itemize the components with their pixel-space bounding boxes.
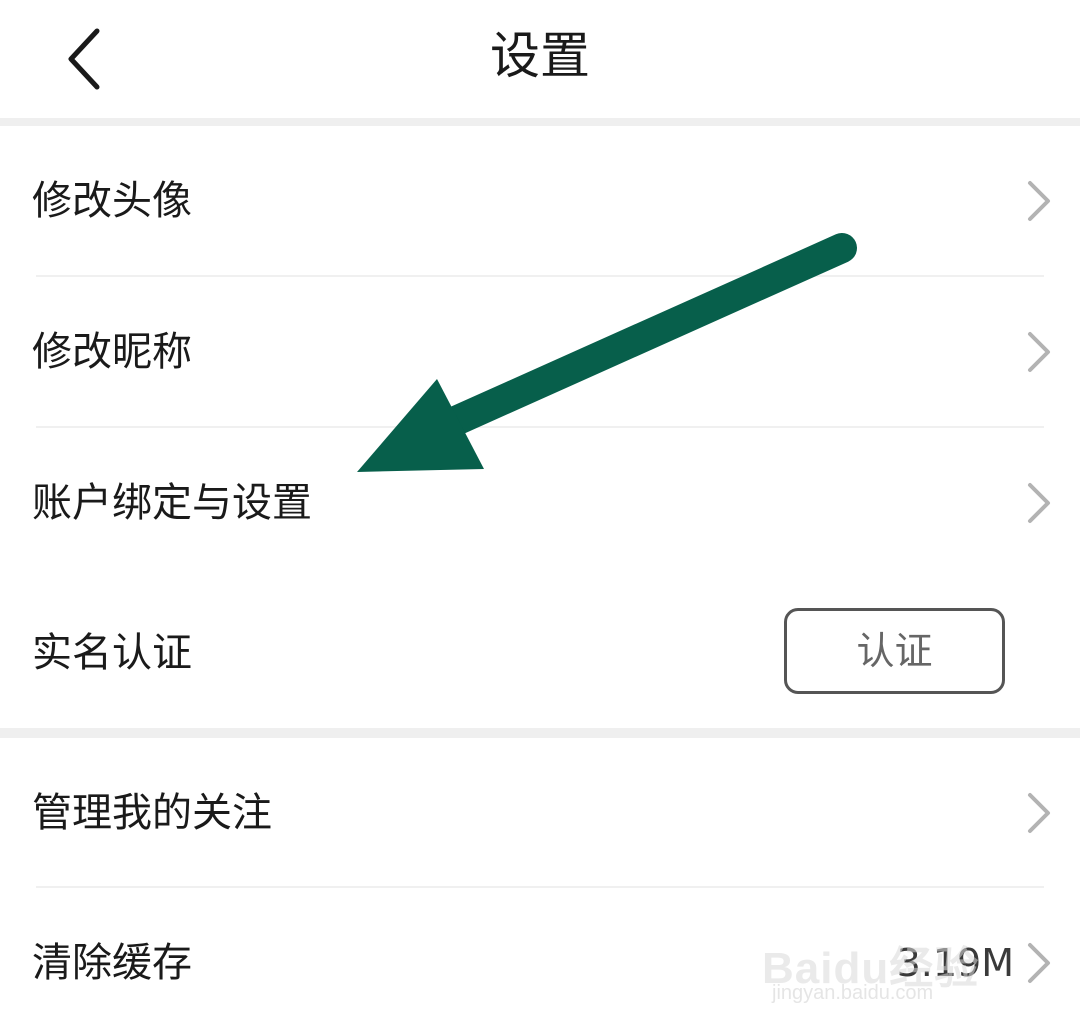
row-account-binding[interactable]: 账户绑定与设置 [0,428,1080,578]
chevron-right-icon [1028,181,1050,221]
section-divider [0,728,1080,738]
row-real-name-verification: 实名认证 认证 [0,578,1080,728]
row-label: 实名认证 [32,630,192,676]
chevron-right-icon [1028,332,1050,372]
chevron-right-icon [1028,943,1050,983]
chevron-right-icon [1028,793,1050,833]
row-clear-cache[interactable]: 清除缓存 3.19M [0,888,1080,1031]
back-button[interactable] [40,14,130,104]
row-label: 修改昵称 [32,329,192,375]
row-label: 清除缓存 [32,940,192,986]
row-label: 修改头像 [32,178,192,224]
section-divider [0,118,1080,126]
row-label: 账户绑定与设置 [32,480,312,526]
cache-size-value: 3.19M [896,941,1014,985]
chevron-right-icon [1028,483,1050,523]
chevron-left-icon [68,28,100,90]
verify-button[interactable]: 认证 [784,608,1005,694]
settings-page: 设置 修改头像 修改昵称 账户绑定与设置 实名认证 认证 管理我的关注 清除缓存… [0,0,1080,1031]
row-change-avatar[interactable]: 修改头像 [0,126,1080,276]
row-label: 管理我的关注 [32,790,272,836]
row-change-nickname[interactable]: 修改昵称 [0,277,1080,427]
row-manage-follows[interactable]: 管理我的关注 [0,738,1080,888]
nav-bar: 设置 [0,0,1080,118]
page-title: 设置 [490,27,590,85]
